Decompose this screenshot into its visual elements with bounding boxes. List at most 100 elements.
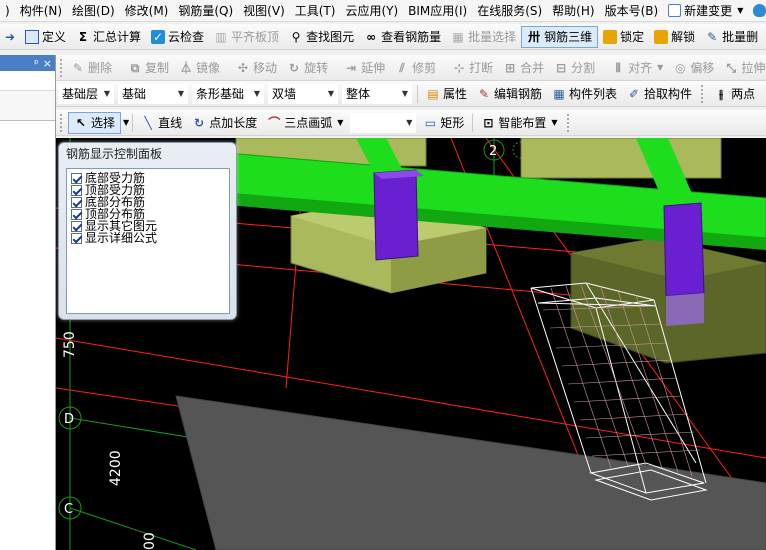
menu-item-tools[interactable]: 工具(T) — [290, 0, 341, 21]
column-base — [666, 293, 704, 326]
pick-element-button[interactable]: ✐ 拾取构件 — [622, 83, 697, 105]
menu-item-modify[interactable]: 修改(M) — [120, 0, 174, 21]
menu-item-draw[interactable]: 绘图(D) — [67, 0, 120, 21]
column[interactable] — [373, 169, 419, 261]
draw-mode-select[interactable]: ▼ — [350, 112, 417, 133]
left-dock-row[interactable] — [0, 91, 55, 121]
delete-button[interactable]: ✎ 删除 — [66, 57, 117, 79]
toolbar-grip[interactable] — [566, 113, 571, 132]
checkbox-box[interactable] — [71, 172, 82, 184]
batch-delete-button[interactable]: ✎ 批量删 — [700, 26, 763, 48]
checkbox-box[interactable] — [71, 232, 82, 244]
part-select[interactable]: 整体 ▼ — [342, 83, 412, 104]
edit-rebar-button[interactable]: ✎ 编辑钢筋 — [472, 83, 547, 105]
move-button[interactable]: ✣ 移动 — [231, 57, 282, 79]
find-element-button[interactable]: ⚲ 查找图元 — [284, 26, 359, 48]
toolbar-grip[interactable] — [60, 113, 64, 132]
element-name-select-value: 双墙 — [272, 87, 297, 101]
menu-item-online[interactable]: 在线服务(S) — [472, 0, 547, 21]
raft-slab[interactable] — [175, 395, 766, 550]
extend-button[interactable]: ⇥ 延伸 — [339, 57, 390, 79]
menu-item-element[interactable]: 构件(N) — [15, 0, 67, 21]
toolbar-grip[interactable] — [60, 58, 62, 77]
menu-item-help[interactable]: 帮助(H) — [547, 0, 599, 21]
line-button[interactable]: ╲ 直线 — [136, 112, 187, 134]
three-point-arc-label: 三点画弧 — [284, 116, 333, 130]
copy-button[interactable]: ⧉ 复制 — [123, 57, 174, 79]
chevron-down-icon: ▼ — [657, 63, 664, 72]
properties-button[interactable]: ▤ 属性 — [421, 83, 472, 105]
control-panel-title[interactable]: 钢筋显示控制面板 — [59, 143, 236, 165]
trim-button[interactable]: ⫽ 修剪 — [390, 57, 441, 79]
menu-item-cloud[interactable]: 云应用(Y) — [340, 0, 403, 21]
align-button[interactable]: ⫴ 对齐 ▼ — [606, 57, 668, 79]
batch-select-button[interactable]: ▦ 批量选择 — [446, 26, 521, 48]
axis-label-d: D — [64, 412, 74, 427]
rebar-display-control-panel[interactable]: 钢筋显示控制面板 底部受力筋 顶部受力筋 底部分布筋 顶部分布筋 显示其它图元 … — [58, 142, 237, 320]
chevron-down-icon[interactable]: ▼ — [123, 118, 129, 127]
element-name-select[interactable]: 双墙 ▼ — [268, 83, 338, 104]
menu-item-bim[interactable]: BIM应用(I) — [403, 0, 472, 21]
control-panel-list: 底部受力筋 顶部受力筋 底部分布筋 顶部分布筋 显示其它图元 显示详细公式 — [66, 168, 230, 314]
break-button[interactable]: ⊹ 打断 — [447, 57, 498, 79]
smart-layout-button[interactable]: ⊡ 智能布置 ▼ — [476, 112, 562, 134]
sum-calc-button[interactable]: Σ 汇总计算 — [71, 26, 146, 48]
point-length-button[interactable]: ↻ 点加长度 — [187, 112, 262, 134]
align-icon: ⫴ — [615, 60, 621, 75]
select-label: 选择 — [91, 116, 116, 130]
category-select[interactable]: 基础 ▼ — [118, 83, 188, 104]
menu-item-rebar-qty[interactable]: 钢筋量(Q) — [173, 0, 238, 21]
find-element-label: 查找图元 — [306, 30, 355, 44]
batch-delete-icon: ✎ — [707, 29, 718, 44]
rebar-3d-button[interactable]: 卅 钢筋三维 — [521, 25, 599, 48]
toolbar-overflow-arrow[interactable]: ➜ — [0, 26, 20, 48]
merge-button[interactable]: ⊞ 合并 — [498, 57, 549, 79]
dimension-text: 750 — [62, 331, 78, 358]
unlock-icon — [654, 29, 669, 44]
left-dock-panel: ᵖ × — [0, 55, 56, 550]
menu-item-version[interactable]: 版本号(B) — [600, 0, 664, 21]
lock-button[interactable]: 锁定 — [598, 26, 649, 48]
select-button[interactable]: ↖ 选择 — [68, 111, 122, 134]
three-point-arc-button[interactable]: ⌒ 三点画弧 ▼ — [262, 112, 348, 134]
properties-icon: ▤ — [427, 86, 439, 101]
checkbox-show-detailed-formula[interactable]: 显示详细公式 — [71, 232, 225, 244]
define-button[interactable]: 定义 — [20, 26, 71, 48]
extend-label: 延伸 — [361, 61, 386, 75]
element-type-select[interactable]: 条形基础 ▼ — [192, 83, 264, 104]
checkbox-box[interactable] — [71, 208, 82, 220]
pin-icon[interactable]: ᵖ — [34, 57, 39, 70]
define-label: 定义 — [42, 30, 67, 44]
left-dock-row[interactable] — [0, 71, 55, 91]
offset-button[interactable]: ◎ 偏移 — [668, 57, 719, 79]
split-label: 分割 — [571, 61, 596, 75]
split-button[interactable]: ⊟ 分割 — [549, 57, 600, 79]
rebar-mesh-bar — [561, 359, 672, 367]
new-change-menu[interactable]: 新建变更 ▼ — [663, 0, 748, 21]
rotate-button[interactable]: ↻ 旋转 — [282, 57, 333, 79]
unlock-button[interactable]: 解锁 — [649, 26, 700, 48]
close-icon[interactable]: × — [43, 57, 52, 70]
menu-item-partial[interactable]: ) — [0, 0, 15, 21]
element-toolbar: 基础层 ▼ 基础 ▼ 条形基础 ▼ 双墙 ▼ 整体 ▼ ▤ 属性 ✎ 编辑钢筋 ▦ 构件列表 ✐… — [56, 81, 766, 107]
cloud-check-button[interactable]: ✓ 云检查 — [146, 26, 209, 48]
menu-item-view[interactable]: 视图(V) — [238, 0, 290, 21]
view-rebar-qty-button[interactable]: ∞ 查看钢筋量 — [359, 26, 446, 48]
rectangle-button[interactable]: ▭ 矩形 — [418, 112, 469, 134]
stretch-button[interactable]: ⤡ 拉伸 — [719, 57, 766, 79]
checkbox-box[interactable] — [71, 196, 82, 208]
two-points-button[interactable]: ⫲ 两点 — [709, 83, 760, 105]
level-slab-button[interactable]: ▥ 平齐板顶 — [209, 26, 284, 48]
checkbox-box[interactable] — [71, 184, 82, 196]
checkbox-box[interactable] — [71, 220, 82, 232]
floor-select[interactable]: 基础层 ▼ — [58, 83, 114, 104]
level-slab-icon: ▥ — [215, 29, 227, 44]
element-list-button[interactable]: ▦ 构件列表 — [547, 83, 622, 105]
column[interactable] — [663, 202, 705, 297]
mirror-button[interactable]: ⏃ 镜像 — [174, 57, 225, 79]
extra-menu[interactable]: 广 — [748, 0, 766, 21]
glasses-icon: ∞ — [366, 29, 377, 44]
chevron-down-icon: ▼ — [253, 89, 260, 98]
toolbar-grip[interactable] — [701, 84, 705, 103]
footing-block[interactable] — [520, 138, 722, 179]
